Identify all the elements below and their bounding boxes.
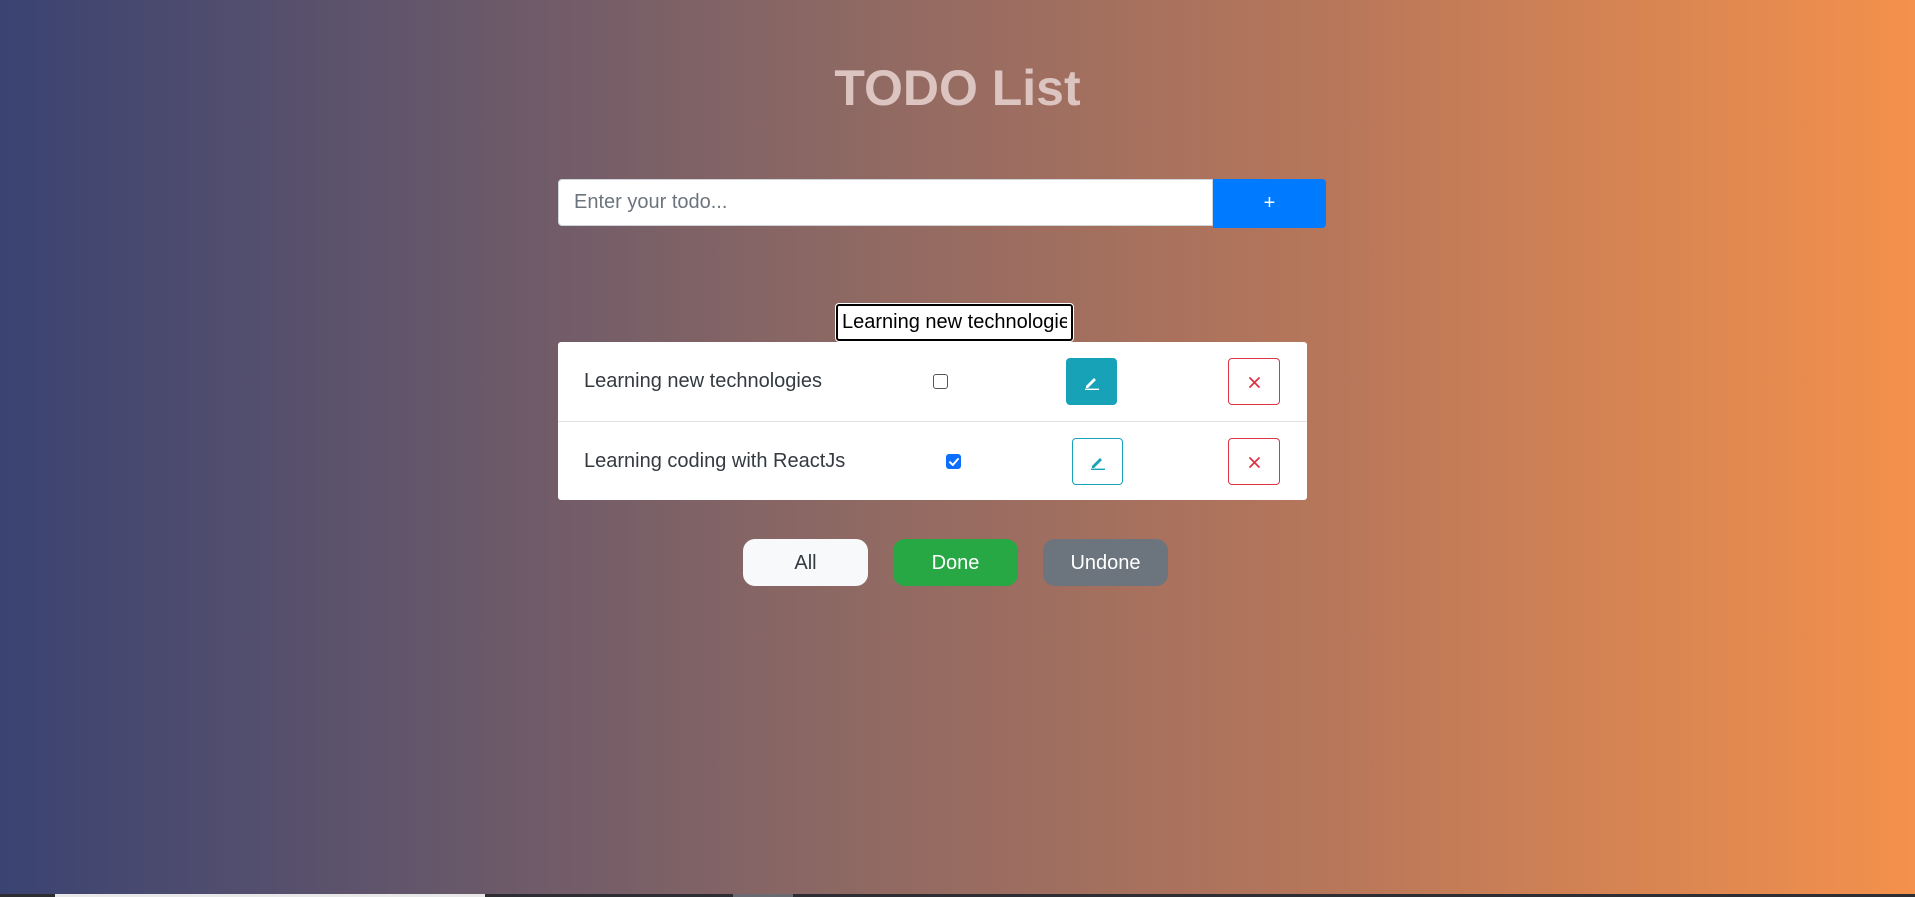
done-checkbox[interactable]	[946, 454, 961, 469]
todo-label: Learning new technologies	[584, 370, 822, 392]
edit-button[interactable]	[1072, 438, 1123, 485]
delete-button[interactable]	[1228, 358, 1280, 405]
todo-label: Learning coding with ReactJs	[584, 450, 846, 472]
page-title: TODO List	[834, 60, 1081, 116]
filter-undone-button[interactable]: Undone	[1043, 539, 1168, 586]
delete-button[interactable]	[1228, 438, 1280, 485]
filter-done-button[interactable]: Done	[893, 539, 1018, 586]
todo-list: Learning new technologies Learning codin…	[558, 342, 1307, 500]
todo-item: Learning coding with ReactJs	[558, 422, 1307, 501]
filter-all-button[interactable]: All	[743, 539, 868, 586]
todo-item: Learning new technologies	[558, 342, 1307, 422]
checkmark-icon	[949, 458, 959, 466]
pencil-icon	[1085, 378, 1099, 390]
add-button[interactable]: +	[1213, 179, 1326, 228]
close-icon	[1249, 457, 1260, 468]
edit-button[interactable]	[1066, 358, 1117, 405]
pencil-icon	[1091, 458, 1105, 470]
done-checkbox[interactable]	[933, 374, 948, 389]
todo-input[interactable]	[558, 179, 1213, 226]
edit-todo-input[interactable]	[835, 303, 1074, 342]
add-todo-form: +	[558, 179, 1327, 229]
close-icon	[1249, 377, 1260, 388]
